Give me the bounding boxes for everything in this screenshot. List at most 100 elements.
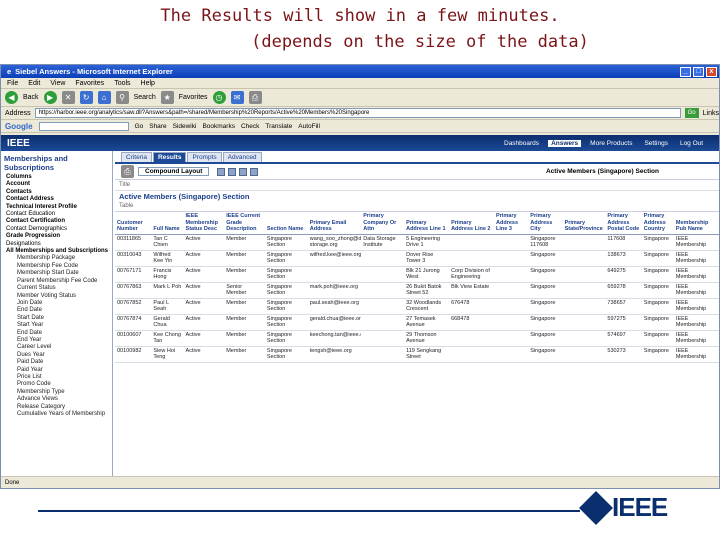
sidebar-item[interactable]: Parent Membership Fee Code (1, 278, 112, 285)
print-icon[interactable]: ⎙ (248, 91, 262, 104)
sidebar-item[interactable]: Promo Code (1, 381, 112, 388)
address-input[interactable]: https://harbor.ieee.org/analytics/saw.dl… (34, 108, 681, 118)
sidebar-item[interactable]: End Date (1, 330, 112, 337)
sidebar-item[interactable]: Membership Fee Code (1, 263, 112, 270)
google-search-input[interactable] (38, 121, 129, 131)
column-header[interactable]: Primary Address Line 1 (404, 212, 450, 235)
table-cell: 597275 (605, 314, 642, 331)
favorites-star-icon[interactable]: ★ (160, 91, 174, 104)
close-button[interactable]: x (706, 66, 717, 77)
tab-prompts[interactable]: Prompts (187, 152, 222, 162)
google-check-button[interactable]: Check (241, 123, 259, 130)
filter-view-icon[interactable] (250, 167, 259, 176)
maximize-button[interactable]: □ (693, 66, 704, 77)
search-icon[interactable]: ⚲ (115, 91, 129, 104)
table-cell: Singapore (528, 346, 563, 363)
stop-icon[interactable]: ✕ (61, 91, 75, 104)
column-header[interactable]: Section Name (264, 212, 308, 235)
sidebar-item[interactable]: Career Level (1, 344, 112, 351)
chart-view-icon[interactable] (228, 167, 237, 176)
tab-criteria[interactable]: Criteria (121, 152, 152, 162)
sidebar-item[interactable]: Columns (1, 174, 112, 181)
sidebar-item[interactable]: Cumulative Years of Membership (1, 411, 112, 418)
back-label[interactable]: Back (23, 94, 39, 101)
sidebar-item[interactable]: Join Date (1, 300, 112, 307)
menu-help[interactable]: Help (141, 78, 155, 88)
nav-dashboards[interactable]: Dashboards (501, 140, 542, 147)
table-view-icon[interactable] (217, 167, 226, 176)
column-header[interactable]: Customer Number (115, 212, 152, 235)
sidebar-item[interactable]: Current Status (1, 285, 112, 292)
minimize-button[interactable]: _ (680, 66, 691, 77)
column-header[interactable]: Primary Address Postal Code (605, 212, 642, 235)
column-header[interactable]: Primary Address Line 2 (449, 212, 495, 235)
pivot-view-icon[interactable] (239, 167, 248, 176)
sidebar-item[interactable]: Contact Certification (1, 218, 112, 225)
sidebar-item[interactable]: Account (1, 181, 112, 188)
app-nav: Dashboards Answers More Products Setting… (501, 139, 706, 147)
go-button[interactable]: Go (684, 108, 699, 118)
links-label[interactable]: Links (703, 110, 719, 117)
layout-select[interactable]: Compound Layout (138, 167, 210, 176)
refresh-icon[interactable]: ↻ (79, 91, 93, 104)
tab-advanced[interactable]: Advanced (222, 152, 262, 162)
sidebar-item[interactable]: Membership Type (1, 389, 112, 396)
table-header-row: Customer Number Full Name IEEE Membership … (115, 212, 719, 235)
favorites-label[interactable]: Favorites (179, 94, 208, 101)
nav-settings[interactable]: Settings (641, 140, 671, 147)
forward-arrow-icon[interactable]: ▶ (43, 91, 57, 104)
tab-results[interactable]: Results (152, 152, 187, 162)
sidebar-item[interactable]: Paid Date (1, 359, 112, 366)
sidebar-item[interactable]: All Memberships and Subscriptions (1, 248, 112, 255)
menu-favorites[interactable]: Favorites (75, 78, 104, 88)
column-header[interactable]: Primary Address City (528, 212, 563, 235)
column-header[interactable]: IEEE Current Grade Description (224, 212, 265, 235)
sidebar-item[interactable]: Start Year (1, 322, 112, 329)
menu-edit[interactable]: Edit (28, 78, 40, 88)
search-label[interactable]: Search (134, 94, 156, 101)
column-header[interactable]: Primary Address Country (641, 212, 674, 235)
sidebar-item[interactable]: Membership Package (1, 255, 112, 262)
google-share-button[interactable]: Share (149, 123, 166, 130)
sidebar-item[interactable]: Price List (1, 374, 112, 381)
menu-view[interactable]: View (50, 78, 65, 88)
nav-log-out[interactable]: Log Out (677, 140, 706, 147)
column-header[interactable]: Full Name (151, 212, 184, 235)
sidebar-item[interactable]: Contacts (1, 189, 112, 196)
menu-tools[interactable]: Tools (114, 78, 130, 88)
print-icon[interactable]: ⎙ (121, 165, 134, 178)
nav-more-products[interactable]: More Products (587, 140, 635, 147)
back-arrow-icon[interactable]: ◀ (5, 91, 18, 104)
sidebar-item[interactable]: Contact Address (1, 196, 112, 203)
sidebar-item[interactable]: Paid Year (1, 367, 112, 374)
sidebar-item[interactable]: End Date (1, 307, 112, 314)
google-bookmarks-button[interactable]: Bookmarks (202, 123, 235, 130)
google-translate-button[interactable]: Translate (265, 123, 292, 130)
sidebar-item[interactable]: Dues Year (1, 352, 112, 359)
sidebar-item[interactable]: Designations (1, 241, 112, 248)
google-go-button[interactable]: Go (135, 123, 144, 130)
column-header[interactable]: Membership Pub Name (673, 212, 719, 235)
sidebar-item[interactable]: Technical Interest Profile (1, 204, 112, 211)
google-sidewiki-button[interactable]: Sidewiki (173, 123, 197, 130)
column-header[interactable]: Primary Address Line 3 (494, 212, 529, 235)
sidebar-item[interactable]: Grade Progression (1, 233, 112, 240)
sidebar-item[interactable]: Contact Demographics (1, 226, 112, 233)
column-header[interactable]: IEEE Membership Status Desc (183, 212, 225, 235)
sidebar-item[interactable]: Member Voting Status (1, 293, 112, 300)
menu-file[interactable]: File (7, 78, 18, 88)
column-header[interactable]: Primary Email Address (307, 212, 362, 235)
home-icon[interactable]: ⌂ (97, 91, 111, 104)
column-header[interactable]: Primary Company Or Attn (361, 212, 405, 235)
sidebar-item[interactable]: End Year (1, 337, 112, 344)
nav-answers[interactable]: Answers (548, 139, 582, 147)
google-autofill-button[interactable]: AutoFill (298, 123, 320, 130)
history-icon[interactable]: ◷ (212, 91, 226, 104)
sidebar-item[interactable]: Release Category (1, 404, 112, 411)
column-header[interactable]: Primary State/Province (562, 212, 606, 235)
mail-icon[interactable]: ✉ (230, 91, 244, 104)
sidebar-item[interactable]: Contact Education (1, 211, 112, 218)
sidebar-item[interactable]: Membership Start Date (1, 270, 112, 277)
sidebar-item[interactable]: Advance Views (1, 396, 112, 403)
sidebar-item[interactable]: Start Date (1, 315, 112, 322)
